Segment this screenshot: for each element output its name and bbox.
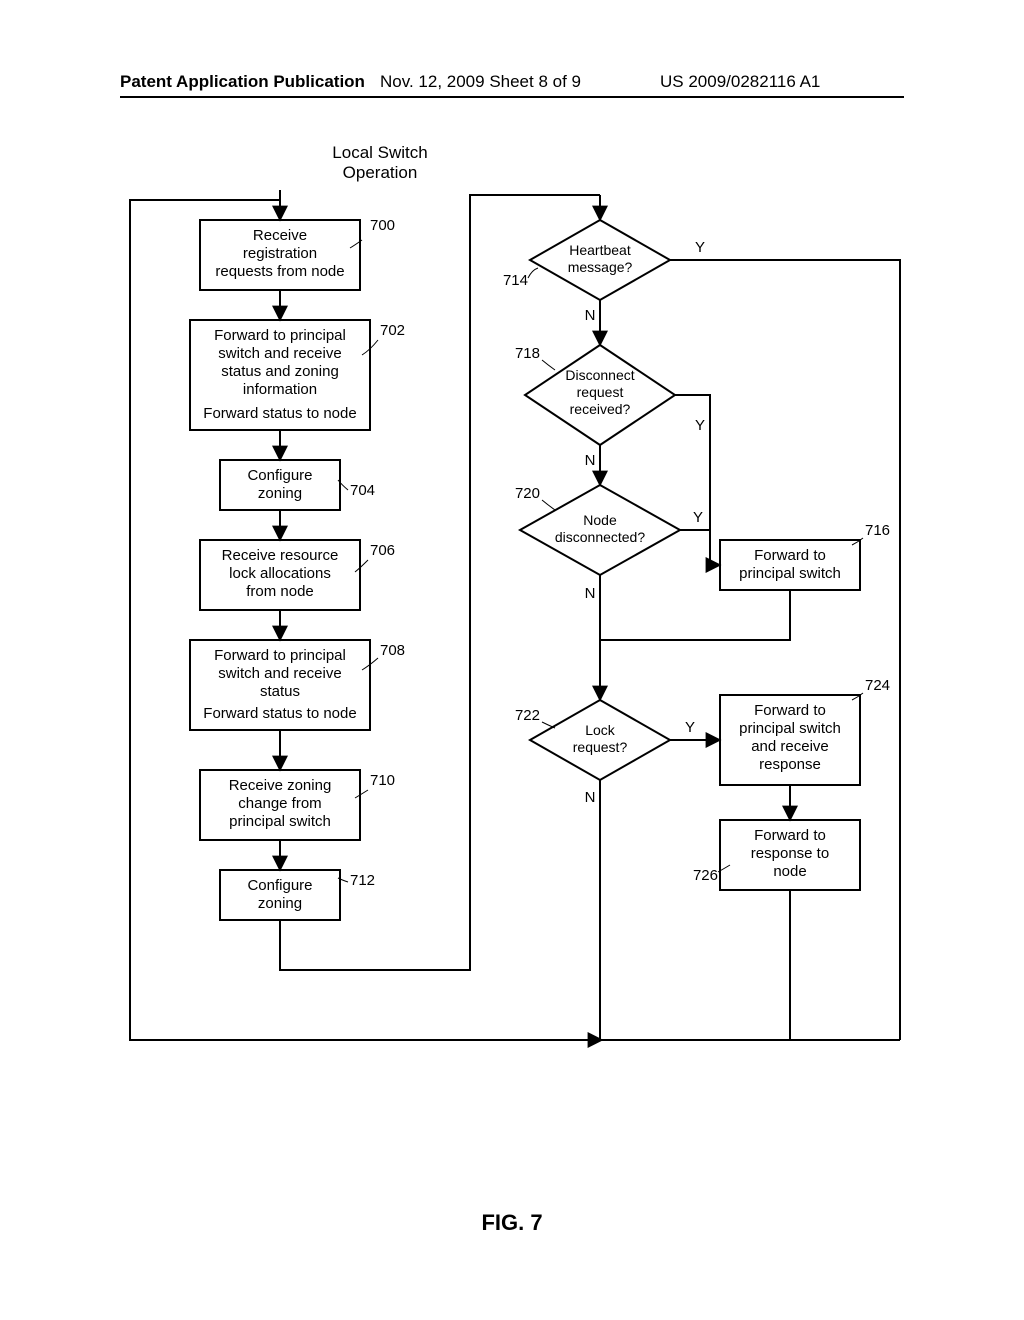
svg-text:requests from node: requests from node [215, 263, 344, 280]
svg-text:switch and receive: switch and receive [218, 665, 341, 682]
ref-724: 724 [865, 677, 890, 694]
box-708-text: Forward to principal [214, 647, 346, 664]
page: Patent Application Publication Nov. 12, … [0, 0, 1024, 1320]
svg-text:request?: request? [573, 739, 628, 755]
svg-text:zoning: zoning [258, 485, 302, 502]
header-patent-number: US 2009/0282116 A1 [660, 72, 820, 92]
svg-text:lock allocations: lock allocations [229, 565, 331, 582]
flowchart: Local Switch Operation Receive registrat… [100, 140, 920, 1200]
svg-text:from node: from node [246, 583, 314, 600]
svg-text:Y: Y [685, 719, 695, 736]
svg-text:status and zoning: status and zoning [221, 363, 339, 380]
svg-text:response: response [759, 756, 821, 773]
svg-text:Y: Y [695, 239, 705, 256]
arrow-720-716 [680, 530, 720, 565]
diamond-714-text: Heartbeat [569, 242, 631, 258]
box-702-text: Forward to principal [214, 327, 346, 344]
ref-706: 706 [370, 542, 395, 559]
ref-708: 708 [380, 642, 405, 659]
ref-718: 718 [515, 345, 540, 362]
ref-716: 716 [865, 522, 890, 539]
svg-text:change from: change from [238, 795, 321, 812]
box-726-text: Forward to [754, 827, 826, 844]
svg-text:principal switch: principal switch [229, 813, 331, 830]
svg-text:response to: response to [751, 845, 829, 862]
box-700-text: Receive [253, 227, 307, 244]
svg-text:N: N [585, 585, 596, 602]
svg-text:principal switch: principal switch [739, 565, 841, 582]
box-710-text: Receive zoning [229, 777, 332, 794]
svg-text:Y: Y [695, 417, 705, 434]
svg-text:disconnected?: disconnected? [555, 529, 646, 545]
ref-712: 712 [350, 872, 375, 889]
svg-text:N: N [585, 307, 596, 324]
ref-714: 714 [503, 272, 528, 289]
svg-text:information: information [243, 381, 317, 398]
box-716-text: Forward to [754, 547, 826, 564]
diamond-718-text: Disconnect [565, 367, 634, 383]
svg-text:and receive: and receive [751, 738, 829, 755]
ref-726: 726 [693, 867, 718, 884]
diamond-722-text: Lock [585, 722, 616, 738]
header-publication: Patent Application Publication [120, 72, 365, 92]
svg-text:switch and receive: switch and receive [218, 345, 341, 362]
ref-704: 704 [350, 482, 375, 499]
svg-text:message?: message? [568, 259, 633, 275]
ref-710: 710 [370, 772, 395, 789]
figure-label: FIG. 7 [0, 1210, 1024, 1236]
ref-702: 702 [380, 322, 405, 339]
svg-text:registration: registration [243, 245, 317, 262]
svg-text:node: node [773, 863, 806, 880]
box-704-text: Configure [247, 467, 312, 484]
line-720-n [600, 575, 660, 640]
svg-text:principal switch: principal switch [739, 720, 841, 737]
svg-text:Forward status to node: Forward status to node [203, 405, 356, 422]
svg-text:status: status [260, 683, 300, 700]
svg-text:received?: received? [570, 401, 631, 417]
ref-720: 720 [515, 485, 540, 502]
ref-722: 722 [515, 707, 540, 724]
svg-text:N: N [585, 789, 596, 806]
header-date-sheet: Nov. 12, 2009 Sheet 8 of 9 [380, 72, 581, 92]
header-rule [120, 96, 904, 98]
ref-700: 700 [370, 217, 395, 234]
svg-text:zoning: zoning [258, 895, 302, 912]
diagram-title-line2: Operation [343, 163, 418, 182]
svg-text:N: N [585, 452, 596, 469]
svg-text:Forward status to node: Forward status to node [203, 705, 356, 722]
svg-text:Y: Y [693, 509, 703, 526]
diamond-720-text: Node [583, 512, 617, 528]
box-706-text: Receive resource [222, 547, 339, 564]
line-714-y-loop [670, 260, 900, 1040]
diagram-title-line1: Local Switch [332, 143, 427, 162]
svg-text:request: request [577, 384, 624, 400]
box-712-text: Configure [247, 877, 312, 894]
box-724-text: Forward to [754, 702, 826, 719]
line-716-down [660, 590, 790, 640]
